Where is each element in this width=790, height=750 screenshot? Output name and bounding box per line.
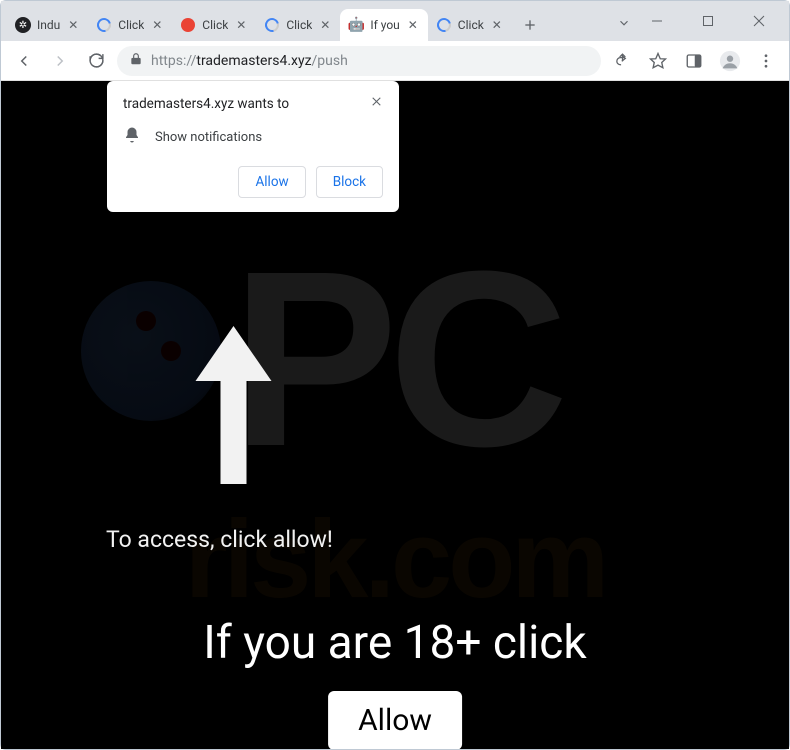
tab-overflow-button[interactable] bbox=[614, 9, 634, 37]
tab-strip: ✲ Indu ✕ Click ✕ Click ✕ Click ✕ 🤖 If yo… bbox=[1, 1, 789, 41]
recaptcha-icon bbox=[436, 17, 452, 33]
reload-button[interactable] bbox=[81, 46, 111, 76]
url-path: /push bbox=[312, 53, 348, 69]
window-controls bbox=[634, 1, 789, 41]
url-text: https://trademasters4.xyz/push bbox=[151, 53, 348, 69]
recaptcha-icon bbox=[96, 17, 112, 33]
close-icon[interactable]: ✕ bbox=[66, 18, 80, 32]
close-icon[interactable]: ✕ bbox=[318, 18, 332, 32]
side-panel-button[interactable] bbox=[679, 46, 709, 76]
close-window-button[interactable] bbox=[736, 6, 781, 36]
arrow-up-icon bbox=[191, 326, 276, 490]
new-tab-button[interactable] bbox=[516, 11, 544, 39]
permission-origin-text: trademasters4.xyz wants to bbox=[123, 96, 289, 112]
age-gate-text: If you are 18+ click bbox=[1, 616, 789, 670]
tab-title: Click bbox=[458, 18, 484, 32]
tab-1[interactable]: Click ✕ bbox=[88, 9, 172, 41]
forward-button[interactable] bbox=[45, 46, 75, 76]
address-bar[interactable]: https://trademasters4.xyz/push bbox=[117, 46, 601, 76]
movie-icon: ✲ bbox=[15, 17, 31, 33]
permission-message-text: Show notifications bbox=[155, 130, 262, 145]
close-icon[interactable]: ✕ bbox=[234, 18, 248, 32]
back-button[interactable] bbox=[9, 46, 39, 76]
tab-4-active[interactable]: 🤖 If you ✕ bbox=[340, 9, 427, 41]
close-icon[interactable]: ✕ bbox=[490, 18, 504, 32]
url-host: trademasters4.xyz bbox=[196, 53, 311, 69]
url-scheme: https:// bbox=[151, 53, 196, 69]
menu-button[interactable] bbox=[751, 46, 781, 76]
toolbar-actions bbox=[607, 46, 781, 76]
access-instruction-text: To access, click allow! bbox=[106, 526, 333, 553]
bell-icon bbox=[123, 126, 141, 148]
lock-icon bbox=[129, 52, 143, 70]
browser-window: ✲ Indu ✕ Click ✕ Click ✕ Click ✕ 🤖 If yo… bbox=[0, 0, 790, 750]
recaptcha-icon bbox=[264, 17, 280, 33]
minimize-button[interactable] bbox=[634, 6, 679, 36]
close-icon[interactable]: ✕ bbox=[406, 18, 420, 32]
tab-title: Click bbox=[118, 18, 144, 32]
close-icon[interactable] bbox=[370, 95, 383, 112]
maximize-button[interactable] bbox=[685, 6, 730, 36]
toolbar: https://trademasters4.xyz/push bbox=[1, 41, 789, 81]
permission-block-button[interactable]: Block bbox=[316, 166, 383, 198]
notification-permission-prompt: trademasters4.xyz wants to Show notifica… bbox=[107, 81, 399, 212]
tab-title: Click bbox=[202, 18, 228, 32]
tab-2[interactable]: Click ✕ bbox=[172, 9, 256, 41]
tab-5[interactable]: Click ✕ bbox=[428, 9, 512, 41]
permission-allow-button[interactable]: Allow bbox=[238, 166, 305, 198]
tab-3[interactable]: Click ✕ bbox=[256, 9, 340, 41]
tab-title: Click bbox=[286, 18, 312, 32]
tab-title: Indu bbox=[37, 18, 60, 32]
close-icon[interactable]: ✕ bbox=[150, 18, 164, 32]
page-viewport: PC risk.com To access, click allow! If y… bbox=[1, 81, 789, 749]
profile-button[interactable] bbox=[715, 46, 745, 76]
red-dot-icon bbox=[180, 17, 196, 33]
bookmark-button[interactable] bbox=[643, 46, 673, 76]
robot-icon: 🤖 bbox=[348, 17, 364, 33]
tab-title: If you bbox=[370, 18, 399, 32]
share-button[interactable] bbox=[607, 46, 637, 76]
page-allow-button[interactable]: Allow bbox=[328, 691, 462, 749]
tab-0[interactable]: ✲ Indu ✕ bbox=[7, 9, 88, 41]
